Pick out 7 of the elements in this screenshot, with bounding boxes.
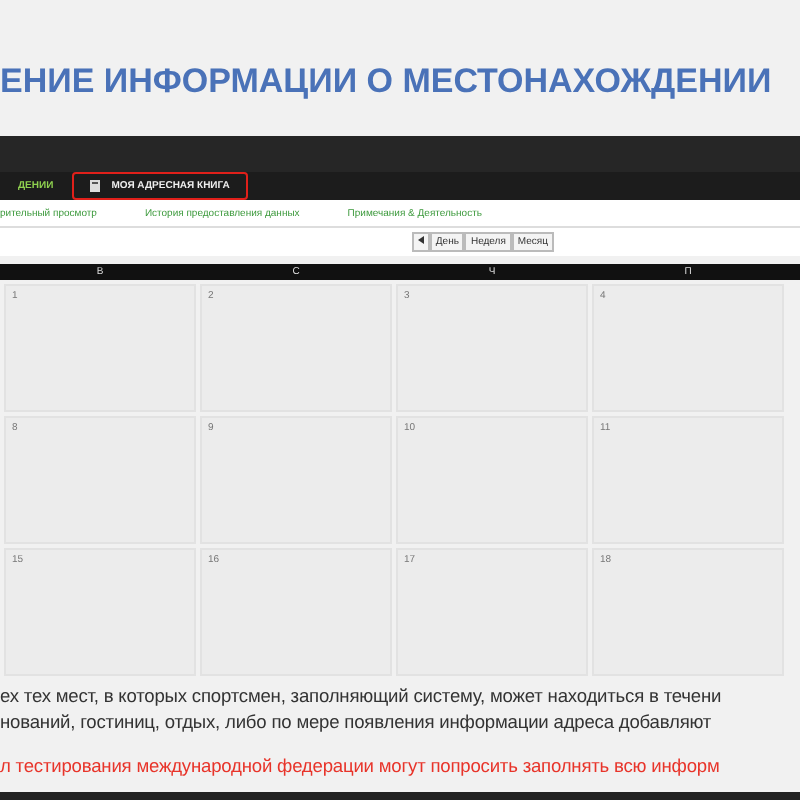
book-icon: [89, 180, 100, 192]
left-arrow-icon: [417, 236, 424, 244]
note-text: л тестирования международной федерации могут попросить заполнять всю информ: [0, 754, 720, 778]
previous-button[interactable]: [411, 232, 430, 252]
slide-title: ЕНИЕ ИНФОРМАЦИИ О МЕСТОНАХОЖДЕНИИ: [0, 60, 772, 104]
note-text: нований, гостиниц, отдых, либо по мере появления информации адреса добавляют: [0, 710, 712, 734]
note-text: ех тех мест, в которых спортсмен, заполняющий систему, может находиться в течени: [0, 684, 722, 708]
